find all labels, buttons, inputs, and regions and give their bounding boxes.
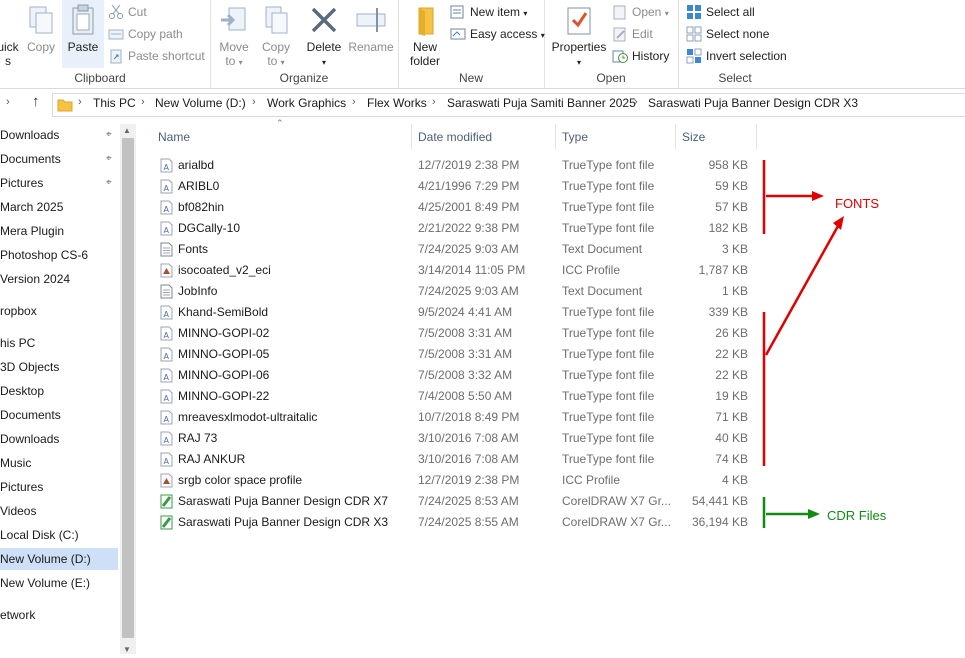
- fonts-bracket-bottom: [762, 216, 844, 466]
- fonts-annotation-label: FONTS: [835, 196, 880, 211]
- annotation-overlay: [762, 160, 844, 528]
- cdr-bracket: [762, 497, 820, 528]
- cdr-annotation-label: CDR Files: [827, 508, 887, 523]
- fonts-bracket-top: [762, 160, 824, 234]
